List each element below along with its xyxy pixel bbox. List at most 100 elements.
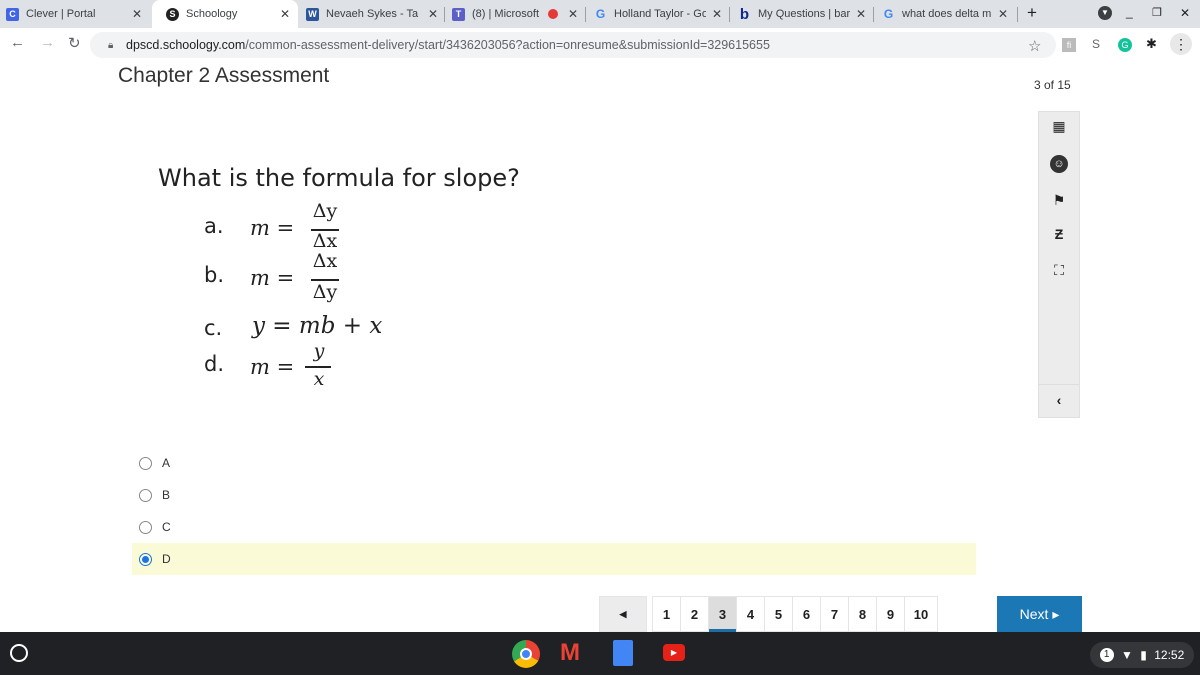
page-9[interactable]: 9	[876, 596, 905, 632]
tab-google-holland[interactable]: G Holland Taylor - Go ✕	[588, 0, 730, 28]
shelf: M ▶	[0, 632, 1200, 675]
extensions-puzzle-icon[interactable]: ✱	[1146, 36, 1157, 52]
radio-a[interactable]	[139, 456, 152, 470]
tab-title: Clever | Portal	[26, 8, 96, 20]
youtube-icon[interactable]: ▶	[663, 644, 685, 661]
close-window-button[interactable]: ✕	[1180, 6, 1190, 20]
gmail-icon[interactable]: M	[560, 639, 580, 667]
page-8[interactable]: 8	[848, 596, 877, 632]
url-text[interactable]: dpscd.schoology.com/common-assessment-de…	[126, 38, 770, 52]
page-1[interactable]: 1	[652, 596, 681, 632]
close-tab-icon[interactable]: ✕	[280, 7, 290, 21]
tab-google-delta[interactable]: Gwhat does delta m ✕	[876, 0, 1016, 28]
extension-icon[interactable]: fi	[1062, 38, 1076, 52]
next-button[interactable]: Next ▸	[997, 596, 1082, 632]
tab-search-icon[interactable]: ▼	[1098, 6, 1112, 20]
choice-d-lhs: m =	[250, 355, 295, 379]
tab-title: Holland Taylor - Go	[614, 8, 706, 20]
close-tab-icon[interactable]: ✕	[856, 7, 866, 21]
choice-c-expression: y = mb + x	[252, 313, 383, 339]
close-tab-icon[interactable]: ✕	[712, 7, 722, 21]
page-4[interactable]: 4	[736, 596, 765, 632]
tools-rail: ▦ ☺ ⚑ Ƶ ⛶ ‹	[1038, 111, 1080, 418]
question-counter: 3 of 15	[1034, 78, 1071, 92]
choice-b-denominator: Δy	[312, 281, 338, 303]
answer-option-a[interactable]: A	[132, 447, 976, 479]
grammarly-icon[interactable]: G	[1118, 38, 1132, 52]
restore-button[interactable]: ❐	[1152, 6, 1162, 19]
fullscreen-icon[interactable]: ⛶	[1039, 262, 1079, 279]
close-tab-icon[interactable]: ✕	[568, 7, 578, 21]
new-tab-button[interactable]: +	[1027, 3, 1037, 23]
choice-d-numerator: y	[313, 340, 325, 362]
flag-icon[interactable]: ⚑	[1039, 192, 1079, 209]
choice-a-numerator: Δy	[312, 200, 338, 222]
option-label: D	[162, 552, 171, 566]
choice-d-label: d.	[204, 352, 225, 376]
google-icon: G	[883, 7, 894, 21]
tab-teams[interactable]: T (8) | Microsoft ✕	[446, 0, 586, 28]
menu-icon[interactable]: ⋮	[1170, 33, 1192, 55]
minimize-button[interactable]: _	[1126, 5, 1133, 19]
tab-schoology[interactable]: S Schoology ✕	[152, 0, 298, 28]
tab-title: Schoology	[186, 8, 238, 20]
close-tab-icon[interactable]: ✕	[428, 7, 438, 21]
status-tray[interactable]: 1 ▼ ▮ 12:52	[1090, 642, 1194, 668]
battery-icon: ▮	[1140, 648, 1147, 662]
word-icon: W	[306, 7, 319, 21]
bookmark-star-icon[interactable]: ☆	[1028, 37, 1041, 55]
clever-icon: C	[6, 7, 19, 21]
choice-a-lhs: m =	[250, 216, 295, 240]
collapse-chevron-icon[interactable]: ‹	[1039, 392, 1079, 408]
option-label: B	[162, 488, 171, 502]
clock: 12:52	[1154, 648, 1185, 662]
eliminate-icon[interactable]: Ƶ	[1039, 226, 1079, 242]
tab-title: (8) | Microsoft	[472, 8, 540, 20]
calendar-icon[interactable]: ▦	[1039, 118, 1079, 135]
recording-icon	[548, 9, 558, 19]
choice-b-label: b.	[204, 263, 225, 287]
page-3-current[interactable]: 3	[708, 596, 737, 632]
docs-icon[interactable]	[613, 640, 633, 666]
choice-a-label: a.	[204, 214, 224, 238]
wifi-icon: ▼	[1121, 648, 1133, 662]
page-10[interactable]: 10	[904, 596, 938, 632]
extension-s-icon[interactable]: S	[1092, 37, 1100, 51]
close-tab-icon[interactable]: ✕	[998, 7, 1008, 21]
back-button[interactable]: ←	[10, 34, 25, 51]
forward-button[interactable]: →	[40, 34, 55, 51]
tab-title: My Questions | bar	[758, 8, 850, 20]
tab-strip: C Clever | Portal ✕ S Schoology ✕ W Nevaeh Sy…	[0, 0, 1200, 28]
page-2[interactable]: 2	[680, 596, 709, 632]
accessibility-icon[interactable]: ☺	[1039, 154, 1079, 173]
notification-count: 1	[1099, 648, 1114, 662]
reload-button[interactable]: ↻	[68, 34, 81, 52]
tab-bartleby[interactable]: b My Questions | bar ✕	[732, 0, 874, 28]
previous-button[interactable]: ◀	[599, 596, 647, 632]
page-7[interactable]: 7	[820, 596, 849, 632]
close-tab-icon[interactable]: ✕	[132, 7, 142, 21]
choice-b-numerator: Δx	[312, 250, 338, 272]
teams-icon: T	[452, 7, 465, 21]
question-text: What is the formula for slope?	[158, 164, 520, 192]
answer-option-c[interactable]: C	[132, 511, 976, 543]
choice-d-denominator: x	[313, 368, 325, 390]
bartleby-icon: b	[739, 5, 750, 23]
page-6[interactable]: 6	[792, 596, 821, 632]
choice-c-label: c.	[204, 316, 223, 340]
launcher-icon[interactable]	[10, 644, 28, 662]
page-5[interactable]: 5	[764, 596, 793, 632]
radio-b[interactable]	[139, 488, 152, 502]
answer-option-d[interactable]: D	[132, 543, 976, 575]
option-label: C	[162, 520, 171, 534]
schoology-icon: S	[166, 7, 179, 21]
question-pagination: ◀ 1 2 3 4 5 6 7 8 9 10	[599, 596, 938, 632]
tab-title: what does delta m	[902, 8, 992, 20]
radio-d-selected[interactable]	[139, 552, 152, 566]
answer-option-b[interactable]: B	[132, 479, 976, 511]
radio-c[interactable]	[139, 520, 152, 534]
tab-clever[interactable]: C Clever | Portal ✕	[0, 0, 150, 28]
choice-a-denominator: Δx	[312, 230, 338, 252]
chrome-icon[interactable]	[512, 640, 540, 668]
tab-word[interactable]: W Nevaeh Sykes - Ta ✕	[300, 0, 446, 28]
